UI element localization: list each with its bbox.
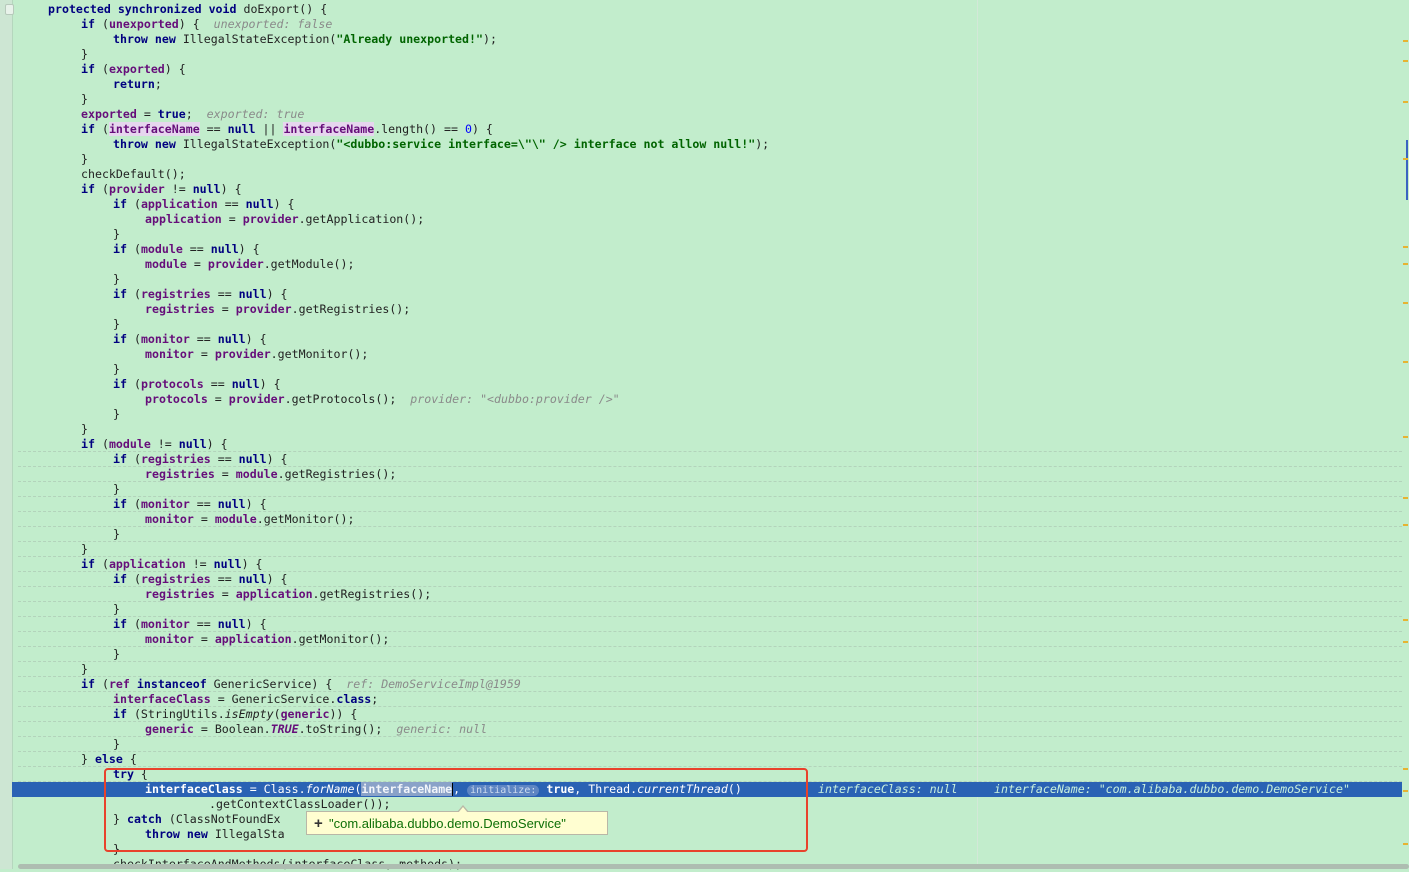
annotation-highlight-box [104,768,808,852]
code-line-23: if (monitor == null) { [113,332,267,346]
code-line-21: registries = provider.getRegistries(); [145,302,411,316]
code-line-24: monitor = provider.getMonitor(); [145,347,369,361]
code-line-32: registries = module.getRegistries(); [12,467,1402,482]
code-line-18: module = provider.getModule(); [145,257,355,271]
code-line-37: } [12,542,1402,557]
code-line-7: } [81,92,88,106]
code-line-36: } [12,527,1402,542]
code-line-2: if (unexported) { unexported: false [81,17,333,31]
code-line-30: if (module != null) { [12,437,1402,452]
code-line-46: if (ref instanceof GenericService) { ref… [12,677,1402,692]
code-line-49: generic = Boolean.TRUE.toString(); gener… [12,722,1402,737]
code-line-12: checkDefault(); [81,167,186,181]
usage-highlight: interfaceName [108,122,200,136]
stripe-mark [1403,641,1408,643]
usage-highlight: interfaceName [283,122,375,136]
stripe-mark [1403,101,1408,103]
stripe-mark [1403,790,1408,792]
stripe-mark [1403,768,1408,770]
code-line-16: } [113,227,120,241]
debug-inline-value: unexported: false [213,17,333,31]
debug-inline-value: ref: DemoServiceImpl@1959 [346,677,521,691]
string-literal: "<dubbo:service interface=\"\" /> interf… [336,137,756,151]
debug-inline-value: exported: true [206,107,305,121]
code-line-25: } [113,362,120,376]
code-token: protected [48,2,111,16]
code-line-40: registries = application.getRegistries()… [12,587,1402,602]
stripe-mark [1403,524,1408,526]
code-line-41: } [12,602,1402,617]
stripe-mark [1403,40,1408,42]
code-line-26: if (protocols == null) { [113,377,281,391]
stripe-mark [1403,361,1408,363]
code-line-45: } [12,662,1402,677]
code-line-13: if (provider != null) { [81,182,242,196]
code-line-38: if (application != null) { [12,557,1402,572]
error-stripe[interactable] [1401,0,1409,869]
code-line-33: } [12,482,1402,497]
code-line-31: if (registries == null) { [12,452,1402,467]
code-line-19: } [113,272,120,286]
code-line-22: } [113,317,120,331]
code-line-47: interfaceClass = GenericService.class; [12,692,1402,707]
debug-inline-value: provider: "<dubbo:provider />" [410,392,620,406]
stripe-mark [1403,263,1408,265]
code-editor[interactable]: protected synchronized void doExport() {… [12,2,1402,872]
code-line-14: if (application == null) { [113,197,295,211]
code-line-15: application = provider.getApplication(); [145,212,425,226]
code-line-8: exported = true; exported: true [81,107,305,121]
debug-inline-value: interfaceClass: null [818,782,958,796]
code-token: void [208,2,237,16]
code-line-34: if (monitor == null) { [12,497,1402,512]
code-line-50: } [12,737,1402,752]
stripe-mark [1403,246,1408,248]
code-line-27: protocols = provider.getProtocols(); pro… [145,392,620,406]
stripe-mark [1403,60,1408,62]
stripe-mark [1403,302,1408,304]
code-line-20: if (registries == null) { [113,287,288,301]
code-line-48: if (StringUtils.isEmpty(generic)) { [12,707,1402,722]
stripe-mark [1403,843,1408,845]
code-line-9: if (interfaceName == null || interfaceNa… [81,122,493,136]
code-line-3: throw new IllegalStateException("Already… [113,32,497,46]
horizontal-scrollbar[interactable] [18,864,1409,869]
code-line-42: if (monitor == null) { [12,617,1402,632]
stripe-mark [1403,619,1408,621]
stripe-mark [1403,497,1408,499]
code-line-44: } [12,647,1402,662]
code-line-29: } [81,422,88,436]
code-line-51: } else { [12,752,1402,767]
debug-inline-value: interfaceName: "com.alibaba.dubbo.demo.D… [994,782,1350,796]
code-line-6: return; [113,77,162,91]
code-line-35: monitor = module.getMonitor(); [12,512,1402,527]
string-literal: "Already unexported!" [336,32,483,46]
code-line-28: } [113,407,120,421]
stripe-mark [1403,158,1408,160]
debug-inline-value: generic: null [396,722,488,736]
code-line-10: throw new IllegalStateException("<dubbo:… [113,137,770,151]
stripe-mark [1403,436,1408,438]
code-line-4: } [81,47,88,61]
code-line-39: if (registries == null) { [12,572,1402,587]
stripe-mark [1406,140,1408,200]
code-line-17: if (module == null) { [113,242,260,256]
code-line-11: } [81,152,88,166]
code-line-43: monitor = application.getMonitor(); [12,632,1402,647]
code-line-5: if (exported) { [81,62,186,76]
code-line-1: protected synchronized void doExport() { [48,2,328,16]
code-token: synchronized [117,2,202,16]
